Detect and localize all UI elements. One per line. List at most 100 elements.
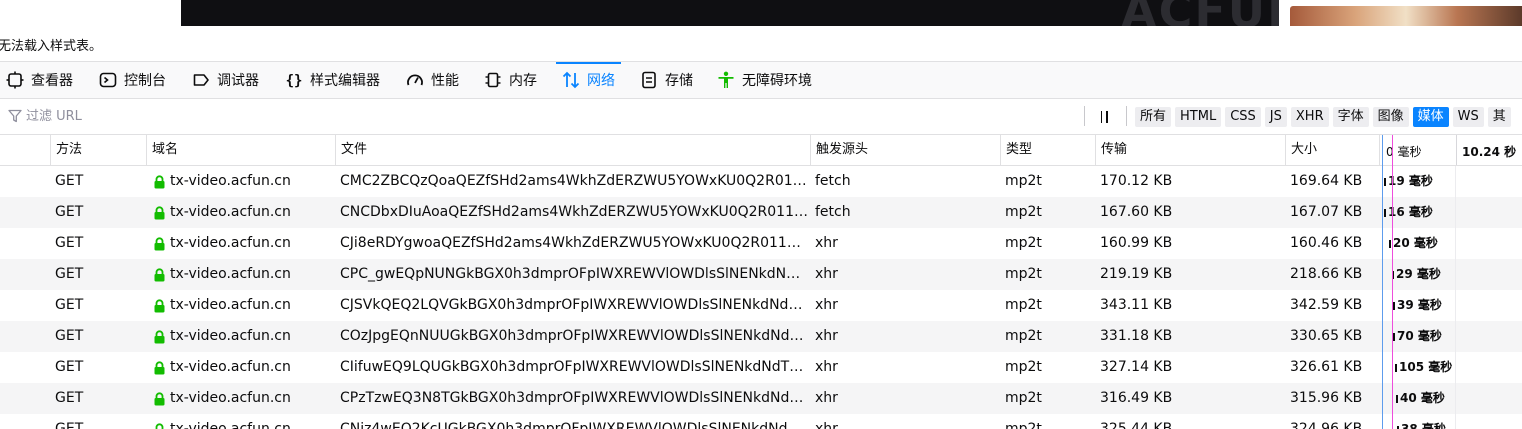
lock-icon — [154, 205, 165, 219]
table-row[interactable]: GET tx-video.acfun.cn CMC2ZBCQzQoaQEZfSHd2… — [0, 166, 1522, 197]
filter-type-html[interactable]: HTML — [1175, 107, 1222, 127]
request-file: CMC2ZBCQzQoaQEZfSHd2ams4WkhZdERZWU5YOWxK… — [340, 173, 808, 189]
request-size: 326.61 KB — [1290, 359, 1363, 375]
request-time: 20 毫秒 — [1393, 236, 1438, 250]
filter-type-images[interactable]: 图像 — [1372, 107, 1409, 127]
table-row[interactable]: GET tx-video.acfun.cn CNCDbxDIuAoaQEZfSHd2… — [0, 197, 1522, 228]
request-method: GET — [55, 390, 84, 406]
request-transferred: 167.60 KB — [1100, 204, 1173, 220]
table-row[interactable]: GET tx-video.acfun.cn CPC_gwEQpNUNGkBGX0h3… — [0, 259, 1522, 290]
lock-icon — [154, 360, 165, 374]
request-time: 16 毫秒 — [1388, 205, 1433, 219]
tab-label: 存储 — [665, 73, 693, 89]
filter-type-css[interactable]: CSS — [1225, 107, 1261, 127]
request-cause: xhr — [815, 266, 838, 282]
domcontentloaded-marker — [1382, 135, 1383, 429]
request-waterfall: 29 毫秒 — [1380, 259, 1522, 290]
table-row[interactable]: GET tx-video.acfun.cn COzJpgEQnNUUGkBGX0h3… — [0, 321, 1522, 352]
domain-text: tx-video.acfun.cn — [170, 359, 291, 375]
column-type[interactable]: 类型 — [1000, 135, 1095, 165]
page-content-strip: ACFUN — [0, 0, 1522, 26]
tab-inspector[interactable]: 查看器 — [6, 62, 73, 98]
lock-icon — [154, 329, 165, 343]
request-method: GET — [55, 359, 84, 375]
tab-accessibility[interactable]: 无障碍环境 — [717, 62, 812, 98]
request-type-filters: 所有 HTML CSS JS XHR 字体 图像 媒体 WS 其 — [1135, 107, 1511, 127]
request-waterfall: 19 毫秒 — [1380, 166, 1522, 197]
request-file: CNiz4wEQ2KcUGkBGX0h3dmprOFpIWXREWVlOWDls… — [340, 421, 808, 429]
request-method: GET — [55, 297, 84, 313]
devtools-toolbar: 查看器 控制台 调试器 {} 样式编辑器 性能 内存 网络 存储 无障碍环境 — [0, 62, 1522, 99]
column-status[interactable] — [0, 135, 50, 165]
request-waterfall: 39 毫秒 — [1380, 290, 1522, 321]
request-time: 38 毫秒 — [1401, 422, 1446, 429]
waterfall-bar — [1393, 333, 1395, 341]
pause-icon — [1100, 111, 1102, 123]
request-method: GET — [55, 204, 84, 220]
request-size: 324.96 KB — [1290, 421, 1363, 429]
request-transferred: 170.12 KB — [1100, 173, 1173, 189]
request-cause: xhr — [815, 390, 838, 406]
tab-debugger[interactable]: 调试器 — [192, 62, 259, 98]
network-icon — [562, 71, 580, 89]
request-time: 29 毫秒 — [1396, 267, 1441, 281]
lock-icon — [154, 267, 165, 281]
request-method: GET — [55, 266, 84, 282]
table-row[interactable]: GET tx-video.acfun.cn CJSVkQEQ2LQVGkBGX0h3… — [0, 290, 1522, 321]
column-cause[interactable]: 触发源头 — [810, 135, 1000, 165]
filter-type-ws[interactable]: WS — [1452, 107, 1484, 127]
tab-memory[interactable]: 内存 — [484, 62, 537, 98]
request-transferred: 219.19 KB — [1100, 266, 1173, 282]
column-waterfall[interactable]: 0 毫秒 10.24 秒 — [1379, 135, 1522, 165]
request-domain: tx-video.acfun.cn — [153, 352, 333, 383]
request-method: GET — [55, 421, 84, 429]
filter-type-other[interactable]: 其 — [1487, 107, 1511, 127]
tab-storage[interactable]: 存储 — [640, 62, 693, 98]
request-domain: tx-video.acfun.cn — [153, 259, 333, 290]
request-cause: xhr — [815, 359, 838, 375]
request-waterfall: 40 毫秒 — [1380, 383, 1522, 414]
request-type: mp2t — [1005, 297, 1042, 313]
filter-type-media[interactable]: 媒体 — [1412, 107, 1449, 127]
filter-type-fonts[interactable]: 字体 — [1332, 107, 1369, 127]
tab-performance[interactable]: 性能 — [406, 62, 459, 98]
request-type: mp2t — [1005, 235, 1042, 251]
filter-type-xhr[interactable]: XHR — [1290, 107, 1329, 127]
domain-text: tx-video.acfun.cn — [170, 204, 291, 220]
request-file: CPzTzwEQ3N8TGkBGX0h3dmprOFpIWXREWVlOWDls… — [340, 390, 808, 406]
request-transferred: 160.99 KB — [1100, 235, 1173, 251]
tab-style-editor[interactable]: {} 样式编辑器 — [285, 62, 380, 98]
column-transferred[interactable]: 传输 — [1095, 135, 1285, 165]
lock-icon — [154, 422, 165, 429]
request-waterfall: 20 毫秒 — [1380, 228, 1522, 259]
video-logo: ACFUN — [1121, 0, 1279, 26]
request-domain: tx-video.acfun.cn — [153, 228, 333, 259]
column-file[interactable]: 文件 — [335, 135, 810, 165]
filter-bar: 所有 HTML CSS JS XHR 字体 图像 媒体 WS 其 — [0, 99, 1522, 135]
pause-button[interactable] — [1093, 107, 1115, 127]
tab-console[interactable]: 控制台 — [99, 62, 166, 98]
column-size[interactable]: 大小 — [1285, 135, 1379, 165]
request-table-body: GET tx-video.acfun.cn CMC2ZBCQzQoaQEZfSHd2… — [0, 166, 1522, 429]
table-row[interactable]: GET tx-video.acfun.cn CJi8eRDYgwoaQEZfSHd2… — [0, 228, 1522, 259]
filter-type-js[interactable]: JS — [1264, 107, 1287, 127]
request-type: mp2t — [1005, 421, 1042, 429]
request-waterfall: 70 毫秒 — [1380, 321, 1522, 352]
filter-url-input[interactable] — [26, 105, 1076, 127]
lock-icon — [154, 236, 165, 250]
table-row[interactable]: GET tx-video.acfun.cn CPzTzwEQ3N8TGkBGX0h3… — [0, 383, 1522, 414]
lock-icon — [154, 174, 165, 188]
request-size: 315.96 KB — [1290, 390, 1363, 406]
domain-text: tx-video.acfun.cn — [170, 328, 291, 344]
tab-label: 网络 — [587, 73, 615, 89]
video-thumbnail[interactable] — [1290, 6, 1522, 26]
notification-bar: 无法载入样式表。 — [0, 26, 1522, 62]
column-method[interactable]: 方法 — [50, 135, 146, 165]
video-player[interactable]: ACFUN — [181, 0, 1279, 26]
filter-type-all[interactable]: 所有 — [1135, 107, 1172, 127]
tab-label: 调试器 — [217, 73, 259, 89]
table-row[interactable]: GET tx-video.acfun.cn CIifuwEQ9LQUGkBGX0h3… — [0, 352, 1522, 383]
tab-network[interactable]: 网络 — [556, 62, 621, 98]
column-domain[interactable]: 域名 — [146, 135, 335, 165]
table-row[interactable]: GET tx-video.acfun.cn CNiz4wEQ2KcUGkBGX0h3… — [0, 414, 1522, 429]
